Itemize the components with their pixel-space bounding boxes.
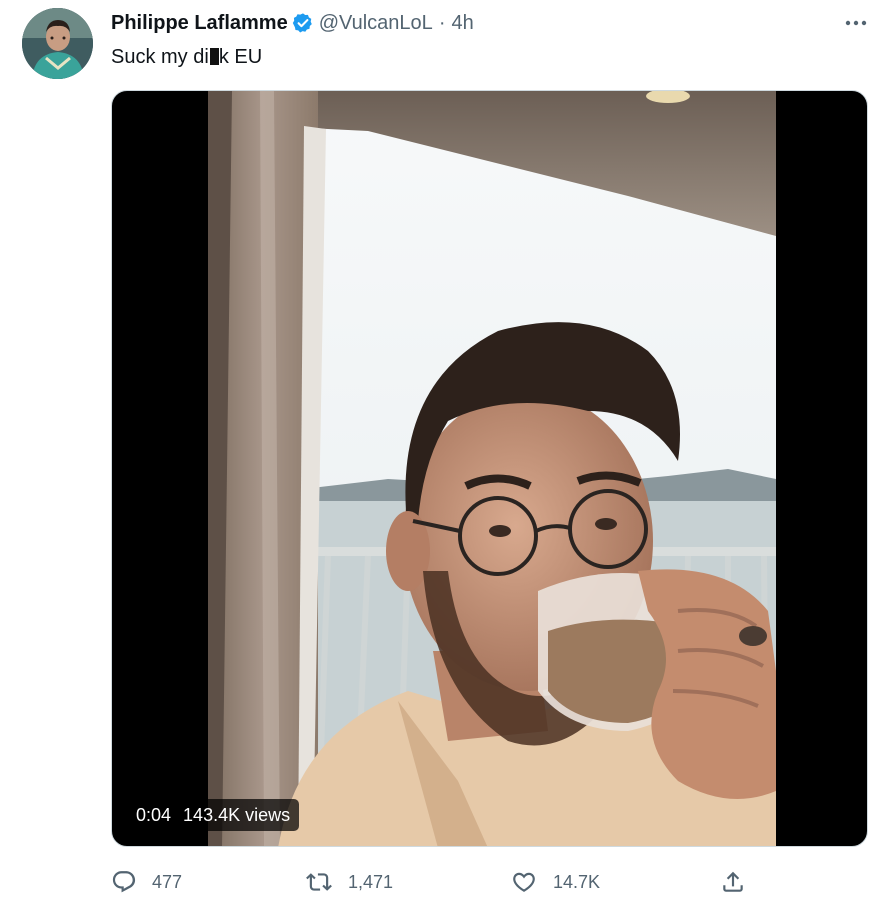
author-display-name[interactable]: Philippe Laflamme	[111, 12, 288, 35]
video-info-badge: 0:04 143.4K views	[127, 799, 300, 831]
tweet-text-part: k EU	[218, 46, 263, 68]
retweet-icon	[306, 873, 332, 891]
verified-badge-icon	[292, 12, 314, 34]
header-separator: ·	[438, 11, 446, 34]
tweet-video[interactable]: 0:04 143.4K views	[111, 90, 868, 847]
more-options-button[interactable]	[840, 10, 872, 36]
share-icon	[723, 871, 743, 892]
author-handle[interactable]: @VulcanLoL	[319, 12, 433, 35]
avatar-image	[22, 8, 93, 79]
video-duration: 0:04	[136, 804, 172, 825]
tweet-action-bar: 477 1,471 14.7K	[0, 866, 891, 898]
like-count: 14.7K	[553, 871, 601, 892]
video-view-count: 143.4K views	[183, 804, 291, 825]
censor-mark	[209, 48, 219, 65]
like-button[interactable]: 14.7K	[510, 866, 600, 898]
share-button[interactable]	[720, 866, 746, 898]
reply-count: 477	[152, 871, 183, 892]
retweet-count: 1,471	[348, 871, 394, 892]
tweet-text-part: Suck my di	[111, 46, 209, 68]
video-frame	[208, 91, 776, 846]
retweet-button[interactable]: 1,471	[304, 866, 393, 898]
tweet-timestamp[interactable]: 4h	[451, 12, 473, 35]
heart-icon	[513, 872, 535, 892]
author-avatar[interactable]	[22, 8, 93, 79]
tweet-header: Philippe Laflamme @VulcanLoL · 4h	[111, 10, 474, 36]
video-still-image	[208, 91, 776, 846]
tweet-text: Suck my di k EU	[111, 44, 262, 70]
more-horizontal-icon	[845, 20, 867, 26]
reply-button[interactable]: 477	[111, 866, 182, 898]
reply-icon	[112, 871, 136, 893]
